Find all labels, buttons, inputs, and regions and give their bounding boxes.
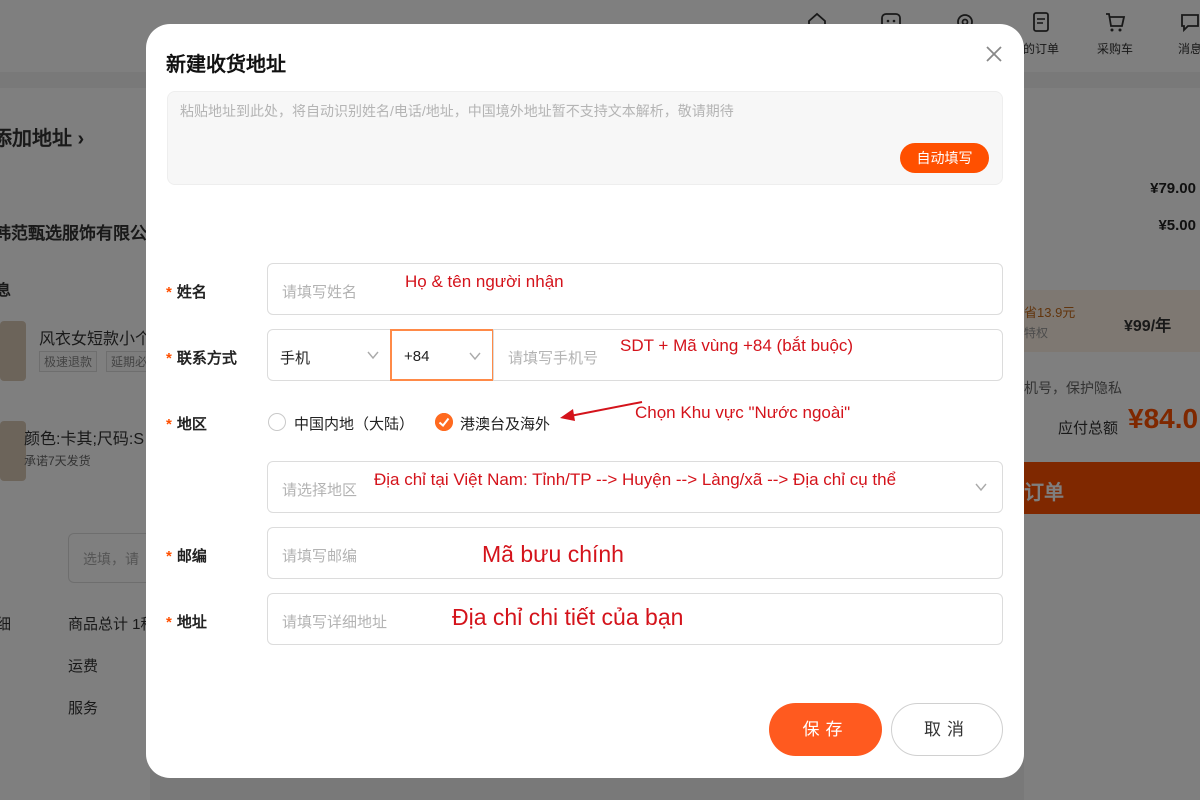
paste-placeholder: 粘贴地址到此处，将自动识别姓名/电话/地址，中国境外地址暂不支持文本解析，敬请期… [180,103,734,119]
paste-address-textarea[interactable]: 粘贴地址到此处，将自动识别姓名/电话/地址，中国境外地址暂不支持文本解析，敬请期… [167,91,1003,185]
close-icon[interactable] [984,44,1004,64]
radio-mainland-label[interactable]: 中国内地（大陆） [294,413,414,434]
name-input[interactable]: 请填写姓名 [267,263,1003,315]
annotation-area: Địa chỉ tại Việt Nam: Tỉnh/TP --> Huyện … [374,470,897,489]
country-code-select[interactable]: +84 [390,329,494,381]
name-label-text: 姓名 [176,284,207,301]
annotation-phone: SDT + Mã vùng +84 (bắt buộc) [620,336,854,355]
phone-type-value: 手机 [280,350,311,367]
radio-overseas-label[interactable]: 港澳台及海外 [460,413,550,434]
radio-mainland[interactable] [268,413,286,431]
annotation-address: Địa chỉ chi tiết của bạn [452,604,684,630]
contact-label-text: 联系方式 [176,350,237,367]
contact-label: * 联系方式 [166,347,237,368]
autofill-button[interactable]: 自动填写 [900,143,989,173]
phone-type-select[interactable]: 手机 [267,329,391,381]
area-placeholder: 请选择地区 [282,482,358,499]
annotation-arrow [560,401,643,421]
required-marker: * [166,284,172,301]
chevron-down-icon [469,352,481,361]
annotation-postcode: Mã bưu chính [482,541,624,567]
address-label: * 地址 [166,611,207,632]
postcode-input[interactable]: 请填写邮编 [267,527,1003,579]
dialog-title: 新建收货地址 [166,54,286,76]
cancel-button[interactable]: 取消 [891,703,1003,756]
name-placeholder: 请填写姓名 [282,284,358,301]
radio-overseas[interactable] [435,413,453,431]
postcode-label: * 邮编 [166,545,207,566]
annotation-name: Họ & tên người nhận [405,272,564,291]
required-marker: * [166,548,172,565]
new-address-dialog: 新建收货地址 粘贴地址到此处，将自动识别姓名/电话/地址，中国境外地址暂不支持文… [146,24,1024,778]
postcode-placeholder: 请填写邮编 [282,548,358,565]
name-label: * 姓名 [166,281,207,302]
address-placeholder: 请填写详细地址 [282,614,388,631]
chevron-down-icon [367,351,379,360]
phone-placeholder: 请填写手机号 [508,350,599,367]
required-marker: * [166,614,172,631]
postcode-label-text: 邮编 [176,548,207,565]
address-label-text: 地址 [176,614,207,631]
region-label: * 地区 [166,413,207,434]
save-button[interactable]: 保存 [769,703,882,756]
chevron-down-icon [975,483,987,492]
annotation-region: Chọn Khu vực "Nước ngoài" [635,403,851,422]
required-marker: * [166,350,172,367]
region-label-text: 地区 [176,416,207,433]
required-marker: * [166,416,172,433]
country-code-value: +84 [404,348,430,365]
